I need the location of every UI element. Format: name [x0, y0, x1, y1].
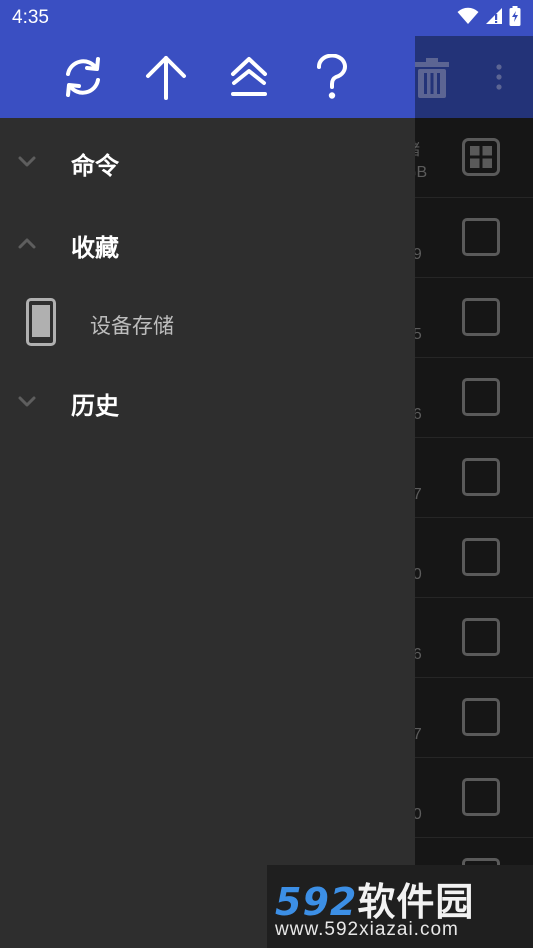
chevron-down-icon [16, 390, 38, 416]
section-history[interactable]: 历史 [0, 372, 415, 432]
watermark-brand: 592软件园 [275, 871, 474, 926]
checkbox[interactable] [462, 778, 500, 816]
battery-charging-icon [509, 6, 521, 30]
section-favorites-label: 收藏 [71, 234, 119, 262]
navigation-drawer: 命令 收藏 设备存储 历史 [0, 36, 415, 948]
favorite-item-label: 设备存储 [90, 314, 174, 338]
status-time: 4:35 [12, 7, 49, 28]
system-icons [457, 6, 521, 30]
section-commands-label: 命令 [71, 152, 119, 180]
delete-icon[interactable] [413, 58, 451, 102]
watermark-url: www.592xiazai.com [275, 919, 459, 940]
checkbox[interactable] [462, 538, 500, 576]
wifi-icon [457, 7, 479, 29]
go-to-top-icon[interactable] [224, 52, 274, 102]
section-favorites[interactable]: 收藏 [0, 214, 415, 274]
section-history-label: 历史 [71, 392, 119, 420]
checkbox[interactable] [462, 218, 500, 256]
watermark-brand-name: 软件园 [357, 880, 475, 924]
phone-icon [26, 298, 56, 350]
checkbox[interactable] [462, 378, 500, 416]
cellular-signal-icon [485, 7, 503, 29]
chevron-down-icon [16, 150, 38, 176]
chevron-up-icon [16, 232, 38, 258]
checkbox[interactable] [462, 298, 500, 336]
arrow-up-icon[interactable] [141, 52, 191, 102]
grid-view-icon[interactable] [462, 138, 500, 180]
watermark-brand-digits: 592 [275, 880, 358, 924]
refresh-icon[interactable] [58, 52, 108, 102]
more-options-icon[interactable] [494, 64, 504, 94]
watermark: 592软件园 www.592xiazai.com [267, 865, 533, 948]
section-commands[interactable]: 命令 [0, 132, 415, 192]
favorite-item-device-storage[interactable]: 设备存储 [0, 288, 415, 358]
help-icon[interactable] [307, 52, 357, 102]
drawer-header [0, 36, 415, 118]
checkbox[interactable] [462, 698, 500, 736]
checkbox[interactable] [462, 458, 500, 496]
status-bar: 4:35 [0, 0, 533, 36]
checkbox[interactable] [462, 618, 500, 656]
